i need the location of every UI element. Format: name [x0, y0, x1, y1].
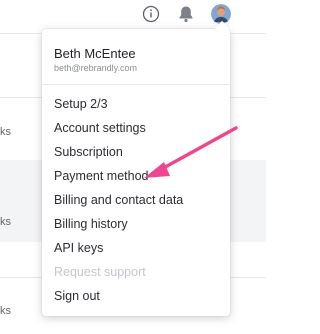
menu-item-api-keys[interactable]: API keys [54, 241, 103, 255]
account-dropdown-menu: Beth McEntee beth@rebrandly.com Setup 2/… [42, 29, 230, 316]
bell-icon[interactable] [176, 4, 196, 24]
menu-item-billing-history[interactable]: Billing history [54, 217, 128, 231]
menu-item-request-support: Request support [54, 265, 146, 279]
row-text-fragment: ks [0, 126, 11, 138]
user-name: Beth McEntee [54, 46, 136, 61]
menu-divider [42, 84, 230, 85]
menu-item-subscription[interactable]: Subscription [54, 145, 123, 159]
row-text-fragment: ks [0, 216, 11, 228]
menu-item-account-settings[interactable]: Account settings [54, 121, 146, 135]
menu-item-billing-contact-data[interactable]: Billing and contact data [54, 193, 183, 207]
menu-item-setup[interactable]: Setup 2/3 [54, 97, 108, 111]
user-email: beth@rebrandly.com [54, 63, 138, 73]
info-icon[interactable] [141, 4, 161, 24]
menu-item-sign-out[interactable]: Sign out [54, 289, 100, 303]
row-text-fragment: ks [0, 305, 11, 317]
menu-item-payment-method[interactable]: Payment method [54, 169, 149, 183]
